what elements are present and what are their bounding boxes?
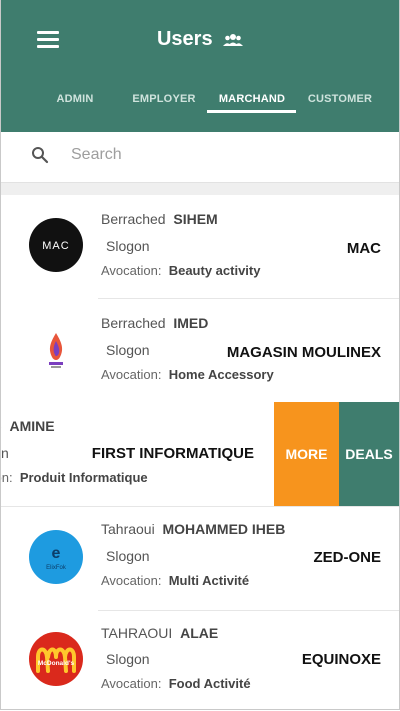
search-icon[interactable] — [31, 146, 49, 169]
company-name: MAGASIN MOULINEX — [226, 344, 381, 361]
tab-employer[interactable]: EMPLOYER — [128, 90, 200, 120]
more-button[interactable]: MORE — [274, 402, 339, 506]
user-type-tabs: ADMIN EMPLOYER MARCHAND CUSTOMER — [1, 90, 399, 120]
user-name: Tahraoui MOHAMMED IHEB — [101, 521, 286, 537]
user-avocation: Avocation: Multi Activité — [101, 573, 250, 588]
page-title: Users — [156, 28, 213, 50]
company-name: ZED-ONE — [313, 549, 382, 566]
user-name: Berrached SIHEM — [101, 211, 218, 227]
mac-logo: MAC — [28, 217, 84, 273]
user-name: Berrached IMED — [101, 315, 209, 331]
list-item[interactable]: e ElixFok Tahraoui MOHAMMED IHEB Slogon … — [1, 507, 399, 611]
user-name: TAHRAOUI ALAE — [101, 625, 219, 641]
user-slogon: n — [1, 445, 9, 461]
app-header: Users ADMIN EMPLOYER MARCHAND CUSTOMER — [1, 0, 399, 132]
svg-text:MAC: MAC — [42, 240, 69, 252]
tab-admin[interactable]: ADMIN — [51, 90, 99, 120]
app-screen: Users ADMIN EMPLOYER MARCHAND CUSTOMER S… — [0, 0, 400, 710]
list-item[interactable]: MAC Berrached SIHEM Slogon Avocation: Be… — [1, 195, 399, 299]
user-slogon: Slogon — [106, 342, 150, 358]
company-name: MAC — [346, 240, 381, 257]
user-avocation: tion: Produit Informatique — [1, 470, 148, 485]
list-separator — [1, 183, 399, 195]
page-title-wrap: Users — [1, 28, 399, 52]
list-item-swiped[interactable]: ine AMINE n tion: Produit Informatique F… — [1, 402, 399, 507]
elixfok-logo: e ElixFok — [28, 529, 84, 585]
list-item[interactable]: McDonald's TAHRAOUI ALAE Slogon Avocatio… — [1, 611, 399, 709]
svg-text:ElixFok: ElixFok — [46, 565, 67, 571]
svg-text:e: e — [52, 545, 61, 562]
user-slogon: Slogon — [106, 548, 150, 564]
mcdonalds-logo: McDonald's — [28, 631, 84, 687]
search-input[interactable] — [71, 142, 371, 168]
list-item[interactable]: Berrached IMED Slogon Avocation: Home Ac… — [1, 299, 399, 403]
users-group-icon — [223, 33, 244, 52]
user-name: ine AMINE — [1, 418, 55, 434]
svg-text:McDonald's: McDonald's — [38, 660, 75, 667]
user-avocation: Avocation: Food Activité — [101, 676, 251, 691]
tab-customer[interactable]: CUSTOMER — [304, 90, 376, 120]
user-slogon: Slogon — [106, 238, 150, 254]
swiped-content: ine AMINE n tion: Produit Informatique F… — [1, 402, 274, 506]
active-tab-indicator — [207, 110, 296, 113]
user-avocation: Avocation: Beauty activity — [101, 263, 261, 278]
user-avocation: Avocation: Home Accessory — [101, 367, 274, 382]
user-slogon: Slogon — [106, 651, 150, 667]
tab-marchand[interactable]: MARCHAND — [211, 90, 293, 120]
company-name: EQUINOXE — [301, 651, 381, 668]
deals-button[interactable]: DEALS — [339, 402, 399, 506]
company-name: FIRST INFORMATIQUE — [91, 445, 254, 462]
flame-logo — [28, 321, 84, 377]
